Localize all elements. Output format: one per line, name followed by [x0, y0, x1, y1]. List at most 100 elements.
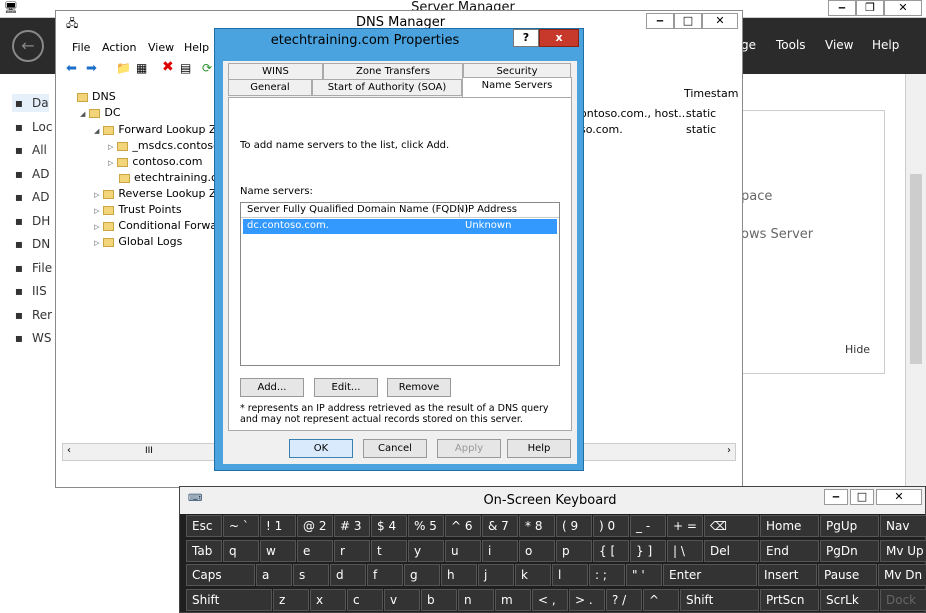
tree-node[interactable]: ▷ Reverse Lookup Zon [94, 186, 230, 202]
sidebar-item[interactable]: ▪ IIS [12, 282, 47, 300]
key[interactable]: Caps [186, 564, 255, 586]
tree-node[interactable]: ▷ contoso.com [108, 154, 202, 170]
key[interactable]: o [519, 539, 555, 562]
dns-minimize-button[interactable]: ‒ [646, 13, 674, 29]
sm-maximize-button[interactable]: ❐ [856, 0, 884, 16]
key[interactable]: Insert [758, 564, 817, 586]
key[interactable]: Dock [880, 588, 926, 611]
sidebar-item[interactable]: ▪ WS [12, 329, 52, 347]
sm-minimize-button[interactable]: ‒ [828, 0, 856, 16]
key[interactable]: Mv Dn [878, 564, 926, 586]
expand-icon[interactable]: ▷ [94, 191, 99, 199]
sidebar-item[interactable]: ▪ File [12, 259, 52, 277]
tree-node[interactable]: ◢ Forward Lookup Zon [94, 122, 230, 138]
key[interactable]: q [223, 539, 259, 562]
key[interactable]: End [760, 539, 819, 562]
key[interactable]: Pause [818, 564, 877, 586]
sm-nav-manage[interactable]: ge [741, 38, 756, 52]
record-row-2[interactable]: so.com. static [580, 123, 716, 136]
key[interactable]: ^ 6 [445, 515, 481, 537]
key[interactable]: w [260, 539, 296, 562]
key[interactable]: ( 9 [556, 515, 592, 537]
key[interactable]: } ] [630, 539, 666, 562]
key[interactable]: s [293, 564, 329, 586]
key[interactable]: % 5 [408, 515, 444, 537]
col-ip[interactable]: IP Address [465, 204, 517, 215]
sidebar-item[interactable]: ▪ All [12, 141, 47, 159]
delete-icon[interactable]: ✖ [162, 59, 174, 75]
key[interactable]: Shift [186, 588, 272, 611]
key[interactable]: > . [569, 588, 605, 611]
key[interactable]: + = [667, 515, 703, 537]
osk-minimize-button[interactable]: ‒ [824, 489, 848, 505]
key[interactable]: ! 1 [260, 515, 296, 537]
key[interactable]: y [408, 539, 444, 562]
tab-zone-transfers[interactable]: Zone Transfers [323, 63, 463, 80]
tree-node[interactable]: ▷ _msdcs.contoso [108, 138, 220, 154]
sidebar-item[interactable]: ▪ DN [12, 235, 50, 253]
tree-node[interactable]: ◢ DC [80, 105, 121, 121]
sm-nav-help[interactable]: Help [872, 38, 899, 52]
tree-node[interactable]: DNS [66, 89, 116, 105]
expand-icon[interactable]: ◢ [80, 110, 85, 118]
menu-view[interactable]: View [148, 41, 174, 54]
menu-action[interactable]: Action [102, 41, 136, 54]
key[interactable]: " ' [626, 564, 662, 586]
sm-nav-view[interactable]: View [825, 38, 853, 52]
key[interactable]: _ - [630, 515, 666, 537]
expand-icon[interactable]: ▷ [94, 207, 99, 215]
key[interactable]: ScrLk [820, 588, 879, 611]
sidebar-item[interactable]: ▪ Rer [12, 306, 52, 324]
key[interactable]: f [367, 564, 403, 586]
tree-node[interactable]: etechtraining.co [108, 170, 224, 186]
edit-button[interactable]: Edit... [314, 378, 378, 397]
key[interactable]: PgDn [820, 539, 879, 562]
menu-help[interactable]: Help [184, 41, 209, 54]
key[interactable]: j [478, 564, 514, 586]
expand-icon[interactable]: ▷ [108, 159, 113, 167]
key[interactable]: a [256, 564, 292, 586]
tree-node[interactable]: ▷ Conditional Forward [94, 218, 228, 234]
key[interactable]: z [273, 588, 309, 611]
name-servers-list[interactable]: Server Fully Qualified Domain Name (FQDN… [240, 202, 560, 366]
sidebar-item[interactable]: ▪ Da [12, 94, 49, 112]
key[interactable]: { [ [593, 539, 629, 562]
key[interactable]: Shift [680, 588, 759, 611]
tab-soa[interactable]: Start of Authority (SOA) [312, 79, 462, 96]
dialog-close-button[interactable]: x [539, 29, 579, 47]
tab-name-servers[interactable]: Name Servers [462, 77, 572, 97]
col-timestamp[interactable]: Timestam [684, 87, 738, 100]
key[interactable]: e [297, 539, 333, 562]
tab-general[interactable]: General [228, 79, 312, 96]
sm-hide-link[interactable]: Hide [845, 343, 870, 356]
key[interactable]: ~ ` [223, 515, 259, 537]
key[interactable]: m [495, 588, 531, 611]
key[interactable]: g [404, 564, 440, 586]
key[interactable]: x [310, 588, 346, 611]
key[interactable]: * 8 [519, 515, 555, 537]
key[interactable]: Mv Up [880, 539, 926, 562]
dialog-help-button[interactable]: ? [513, 29, 539, 47]
key[interactable]: : ; [589, 564, 625, 586]
key[interactable]: k [515, 564, 551, 586]
key[interactable]: # 3 [334, 515, 370, 537]
dns-close-button[interactable]: ✕ [702, 13, 738, 29]
properties-icon[interactable]: ▤ [180, 61, 191, 75]
key[interactable]: p [556, 539, 592, 562]
expand-icon[interactable]: ▷ [94, 223, 99, 231]
show-hide-tree-icon[interactable]: ▦ [136, 61, 147, 75]
key[interactable]: l [552, 564, 588, 586]
key[interactable]: ? / [606, 588, 642, 611]
key[interactable]: < , [532, 588, 568, 611]
key[interactable]: h [441, 564, 477, 586]
key[interactable]: & 7 [482, 515, 518, 537]
osk-close-button[interactable]: ✕ [876, 489, 922, 505]
ok-button[interactable]: OK [289, 439, 353, 458]
name-server-row[interactable]: dc.contoso.com. Unknown [243, 219, 557, 234]
scroll-left-icon[interactable]: ‹ [67, 445, 71, 456]
help-button[interactable]: Help [507, 439, 571, 458]
key[interactable]: n [458, 588, 494, 611]
key[interactable]: u [445, 539, 481, 562]
key[interactable]: Tab [186, 539, 222, 562]
back-icon[interactable]: ← [12, 30, 44, 62]
